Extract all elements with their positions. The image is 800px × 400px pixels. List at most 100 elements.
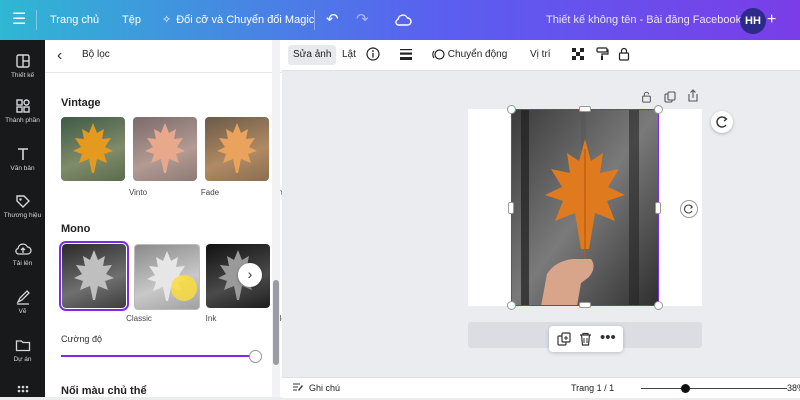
rail-item-elements[interactable]: Thành phần <box>0 97 45 124</box>
home-link[interactable]: Trang chủ <box>50 0 99 40</box>
plus-icon[interactable]: + <box>767 8 776 32</box>
resize-handle[interactable] <box>579 106 591 112</box>
document-title[interactable]: Thiết kế không tên - Bài đăng Facebook <box>546 0 741 40</box>
filter-label: Ink <box>205 314 217 323</box>
duplicate-page-icon[interactable] <box>664 90 676 108</box>
edit-photo-button[interactable]: Sửa ảnh <box>288 45 337 65</box>
intensity-label: Cường độ <box>61 334 102 344</box>
chevron-right-icon[interactable]: › <box>238 263 262 287</box>
comment-button[interactable] <box>711 111 733 133</box>
rail-item-design[interactable]: Thiết kế <box>0 52 45 79</box>
draw-icon <box>16 290 30 305</box>
bottom-bar: Ghi chú Trang 1 / 1 38% <box>282 377 800 398</box>
filter-label: Classic <box>126 314 152 323</box>
notes-label[interactable]: Ghi chú <box>309 383 340 393</box>
magic-resize-label: Đổi cỡ và Chuyển đổi Magic <box>176 14 315 26</box>
cursor-highlight <box>171 275 197 301</box>
back-chevron-icon[interactable]: ‹ <box>57 47 62 65</box>
notes-icon[interactable] <box>292 382 304 395</box>
section-title-mono: Mono <box>61 223 91 235</box>
text-icon <box>17 148 28 160</box>
resize-handle[interactable] <box>654 105 663 114</box>
section-title-vintage: Vintage <box>61 97 101 109</box>
section-title-color-subject: Nối màu chủ thể <box>61 385 147 397</box>
leaf-image <box>61 117 125 181</box>
trash-icon[interactable] <box>579 332 592 351</box>
intensity-slider[interactable] <box>61 355 255 357</box>
brand-icon <box>15 195 30 208</box>
file-menu[interactable]: Tệp <box>122 0 141 40</box>
panel-title: Bộ lọc <box>82 49 110 60</box>
paint-roller-icon[interactable] <box>595 45 609 65</box>
resize-handle[interactable] <box>507 301 516 310</box>
elements-icon <box>15 99 30 113</box>
rail-item-projects[interactable]: Dự án <box>0 336 45 363</box>
filter-label: Fade <box>200 188 220 197</box>
rail-label: Tải lên <box>12 260 33 267</box>
intensity-slider-handle[interactable] <box>249 350 262 363</box>
transparency-icon[interactable] <box>571 45 585 65</box>
layout-icon <box>15 54 30 68</box>
rotate-icon <box>684 204 694 214</box>
undo-icon[interactable]: ↶ <box>326 0 339 40</box>
rail-item-apps[interactable] <box>0 382 45 400</box>
rail-label: Văn bản <box>10 165 35 172</box>
redo-icon[interactable]: ↷ <box>356 0 369 40</box>
resize-handle[interactable] <box>579 302 591 308</box>
resize-handle[interactable] <box>654 301 663 310</box>
animate-label: Chuyển động <box>447 49 508 60</box>
leaf-image <box>133 117 197 181</box>
magic-resize-button[interactable]: ✧ Đổi cỡ và Chuyển đổi Magic <box>162 0 314 40</box>
rail-item-draw[interactable]: Vẽ <box>0 288 45 315</box>
rail-item-text[interactable]: Văn bản <box>0 145 45 172</box>
info-icon[interactable] <box>366 45 380 65</box>
cloud-save-icon[interactable] <box>394 0 412 40</box>
leaf-image <box>205 117 269 181</box>
rail-label: Thành phần <box>5 117 40 124</box>
filter-thumb-classic[interactable] <box>59 241 129 311</box>
resize-handle[interactable] <box>507 105 516 114</box>
animate-icon <box>432 49 445 60</box>
rotate-handle[interactable] <box>680 200 698 218</box>
side-nav: Thiết kế Thành phần Văn bản Thương hiệu … <box>0 40 45 397</box>
context-toolbar: Sửa ảnh Lật Chuyển động Vị trí <box>282 40 800 71</box>
rail-item-upload[interactable]: Tải lên <box>0 240 45 267</box>
resize-handle[interactable] <box>508 202 514 214</box>
leaf-image <box>62 244 126 308</box>
position-button[interactable]: Vị trí <box>530 45 551 65</box>
resize-handle[interactable] <box>655 202 661 214</box>
comment-refresh-icon <box>716 116 728 128</box>
animate-button[interactable]: Chuyển động <box>432 45 507 65</box>
rail-item-brand[interactable]: Thương hiệu <box>0 192 45 219</box>
filter-label: Vinto <box>128 188 148 197</box>
filter-thumb-ink[interactable] <box>134 244 200 310</box>
filter-thumb-fade[interactable] <box>133 117 197 181</box>
page-lock-icon[interactable] <box>641 90 652 108</box>
zoom-slider[interactable] <box>641 388 787 389</box>
rail-label: Thương hiệu <box>3 212 42 219</box>
zoom-slider-handle[interactable] <box>681 384 690 393</box>
share-page-icon[interactable] <box>687 89 699 107</box>
divider <box>36 10 37 30</box>
flip-button[interactable]: Lật <box>342 45 356 65</box>
zoom-level[interactable]: 38% <box>787 383 800 393</box>
filter-thumb-antiq[interactable] <box>205 117 269 181</box>
rail-label: Dự án <box>13 356 32 363</box>
filter-thumb-vinto[interactable] <box>61 117 125 181</box>
divider <box>314 10 315 30</box>
upload-icon <box>14 243 32 255</box>
top-bar: ☰ Trang chủ Tệp ✧ Đổi cỡ và Chuyển đổi Ma… <box>0 0 800 40</box>
page-indicator[interactable]: Trang 1 / 1 <box>571 383 614 393</box>
menu-icon[interactable]: ☰ <box>12 0 26 40</box>
sparkle-icon: ✧ <box>162 14 172 26</box>
panel-header: ‹ Bộ lọc <box>45 40 282 73</box>
selection-frame <box>511 109 659 306</box>
avatar[interactable]: HH <box>740 8 766 34</box>
folder-icon <box>15 340 30 352</box>
rail-label: Vẽ <box>18 308 27 315</box>
line-weight-icon[interactable] <box>399 45 413 65</box>
duplicate-icon[interactable] <box>557 332 571 351</box>
lock-icon[interactable] <box>618 45 630 65</box>
panel-scrollbar-thumb[interactable] <box>273 280 279 365</box>
more-options-icon[interactable]: ••• <box>600 329 616 346</box>
